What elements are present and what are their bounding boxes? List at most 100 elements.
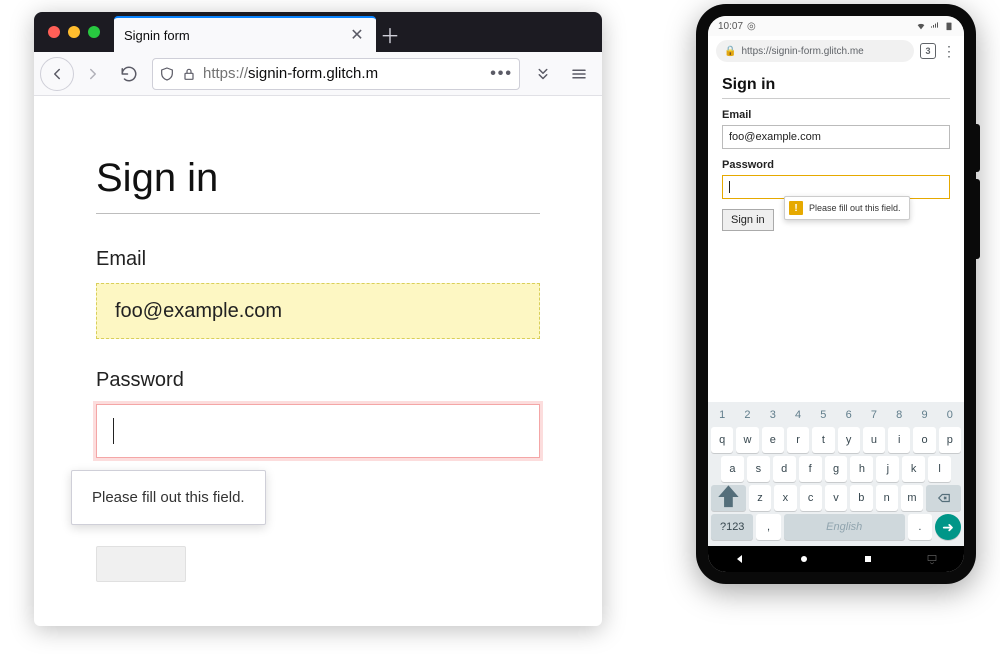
key-5[interactable]: 5 (812, 406, 834, 424)
window-controls (34, 12, 114, 52)
key-a[interactable]: a (721, 456, 744, 482)
validation-tooltip: Please fill out this field. (71, 470, 266, 525)
new-tab-button[interactable]: ＋ (376, 16, 404, 52)
forward-button[interactable] (76, 57, 110, 91)
email-field[interactable]: foo@example.com (96, 283, 540, 339)
key-9[interactable]: 9 (913, 406, 935, 424)
recents-nav-icon[interactable] (862, 553, 874, 565)
key-z[interactable]: z (749, 485, 771, 511)
space-key[interactable]: English (784, 514, 905, 540)
reload-button[interactable] (112, 57, 146, 91)
key-b[interactable]: b (850, 485, 872, 511)
email-label: Email (96, 248, 540, 271)
key-p[interactable]: p (939, 427, 961, 453)
mobile-toolbar: 🔒 https://signin-form.glitch.me 3 ⋮ (708, 36, 964, 66)
submit-button[interactable]: Sign in (722, 209, 774, 231)
keyboard-number-row: 1234567890 (711, 406, 961, 424)
key-1[interactable]: 1 (711, 406, 733, 424)
backspace-key[interactable] (926, 485, 961, 511)
browser-toolbar: https://signin-form.glitch.m ••• (34, 52, 602, 96)
page-content: Sign in Email foo@example.com Password P… (34, 96, 602, 458)
key-3[interactable]: 3 (762, 406, 784, 424)
tracking-shield-icon[interactable] (159, 66, 175, 82)
enter-key[interactable]: ➜ (935, 514, 961, 540)
lock-icon[interactable] (181, 66, 197, 82)
address-bar[interactable]: https://signin-form.glitch.m ••• (152, 58, 520, 90)
key-0[interactable]: 0 (939, 406, 961, 424)
key-k[interactable]: k (902, 456, 925, 482)
back-nav-icon[interactable] (734, 553, 746, 565)
shift-key[interactable] (711, 485, 746, 511)
symbols-key[interactable]: ?123 (711, 514, 753, 540)
tab-switcher-button[interactable]: 3 (920, 43, 936, 59)
key-l[interactable]: l (928, 456, 951, 482)
home-nav-icon[interactable] (798, 553, 810, 565)
key-g[interactable]: g (825, 456, 848, 482)
phone-screen: 10:07 ◎ 🔒 https://signin-form.glitch.me … (708, 16, 964, 572)
key-r[interactable]: r (787, 427, 809, 453)
keyboard-row-3: zxcvbnm (711, 485, 961, 511)
keyboard-row-4: ?123 , English . ➜ (711, 514, 961, 540)
key-4[interactable]: 4 (787, 406, 809, 424)
desktop-browser-window: Signin form ✕ ＋ https://signin-form.glit… (34, 12, 602, 626)
minimize-window-button[interactable] (68, 26, 80, 38)
key-j[interactable]: j (876, 456, 899, 482)
submit-button[interactable] (96, 546, 186, 582)
back-button[interactable] (40, 57, 74, 91)
mobile-url-text: https://signin-form.glitch.me (741, 46, 863, 57)
signal-icon (930, 21, 940, 31)
browser-tab[interactable]: Signin form ✕ (114, 16, 376, 52)
maximize-window-button[interactable] (88, 26, 100, 38)
close-tab-icon[interactable]: ✕ (348, 26, 366, 44)
key-v[interactable]: v (825, 485, 847, 511)
key-x[interactable]: x (774, 485, 796, 511)
page-actions-icon[interactable]: ••• (490, 65, 513, 83)
page-title: Sign in (722, 76, 950, 99)
phone-frame: 10:07 ◎ 🔒 https://signin-form.glitch.me … (696, 4, 976, 584)
key-m[interactable]: m (901, 485, 923, 511)
key-f[interactable]: f (799, 456, 822, 482)
key-2[interactable]: 2 (736, 406, 758, 424)
email-field[interactable]: foo@example.com (722, 125, 950, 149)
key-7[interactable]: 7 (863, 406, 885, 424)
wifi-icon (916, 21, 926, 31)
mobile-page-content: Sign in Email foo@example.com Password S… (708, 66, 964, 235)
keyboard-collapse-icon[interactable] (926, 553, 938, 565)
warning-icon: ! (789, 201, 803, 215)
status-time: 10:07 (718, 21, 743, 32)
key-i[interactable]: i (888, 427, 910, 453)
mobile-address-bar[interactable]: 🔒 https://signin-form.glitch.me (716, 40, 914, 62)
hamburger-menu-icon[interactable] (562, 57, 596, 91)
tab-strip: Signin form ✕ ＋ (34, 12, 602, 52)
key-6[interactable]: 6 (838, 406, 860, 424)
lock-icon: 🔒 (724, 46, 736, 57)
key-y[interactable]: y (838, 427, 860, 453)
overflow-menu-icon[interactable]: ⋮ (942, 44, 956, 58)
email-value: foo@example.com (729, 131, 821, 143)
close-window-button[interactable] (48, 26, 60, 38)
key-n[interactable]: n (876, 485, 898, 511)
tab-title: Signin form (124, 28, 348, 43)
battery-icon (944, 21, 954, 31)
key-8[interactable]: 8 (888, 406, 910, 424)
password-label: Password (722, 159, 950, 171)
cast-icon: ◎ (747, 21, 756, 32)
key-t[interactable]: t (812, 427, 834, 453)
text-caret (113, 418, 114, 444)
password-field[interactable] (96, 404, 540, 458)
keyboard-row-2: asdfghjkl (711, 456, 961, 482)
key-s[interactable]: s (747, 456, 770, 482)
text-caret (729, 181, 730, 193)
key-q[interactable]: q (711, 427, 733, 453)
comma-key[interactable]: , (756, 514, 780, 540)
key-e[interactable]: e (762, 427, 784, 453)
key-d[interactable]: d (773, 456, 796, 482)
key-w[interactable]: w (736, 427, 758, 453)
key-h[interactable]: h (850, 456, 873, 482)
period-key[interactable]: . (908, 514, 932, 540)
key-c[interactable]: c (800, 485, 822, 511)
key-o[interactable]: o (913, 427, 935, 453)
validation-message: Please fill out this field. (809, 203, 901, 213)
overflow-chevron-icon[interactable] (526, 57, 560, 91)
key-u[interactable]: u (863, 427, 885, 453)
